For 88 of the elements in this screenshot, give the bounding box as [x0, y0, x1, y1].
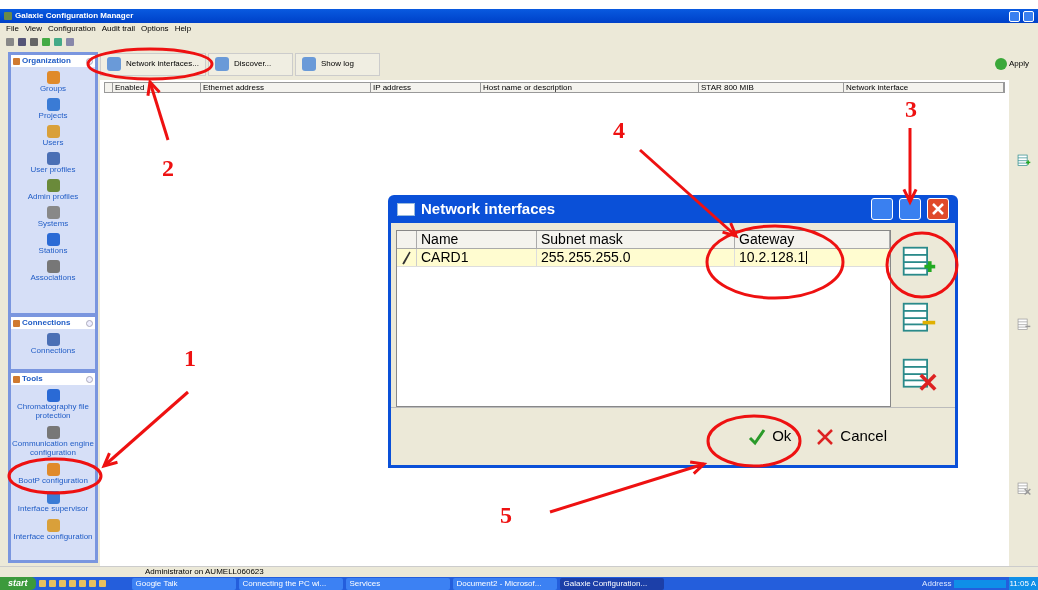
sidebar-item-icon[interactable]	[46, 98, 60, 111]
sidebar-item[interactable]: Associations	[11, 273, 95, 282]
annotation-number: 5	[500, 503, 512, 527]
sidebar-item-icon[interactable]	[46, 152, 60, 165]
sidebar-item-icon[interactable]	[46, 389, 60, 402]
menu-item[interactable]: View	[24, 24, 43, 34]
toolbar-button-icon	[214, 57, 229, 71]
toolbar-button-icon	[107, 57, 121, 71]
column-header[interactable]: Ethernet address	[201, 83, 371, 92]
cancel-button[interactable]: Cancel	[816, 425, 887, 448]
cross-icon	[816, 427, 835, 446]
section-icon	[13, 375, 20, 383]
annotation-arrow	[146, 78, 170, 141]
annotation-number: 1	[184, 346, 196, 370]
dialog-title: Network interfaces	[421, 198, 556, 219]
menu-item[interactable]: Configuration	[48, 24, 96, 34]
taskbar-button[interactable]: Connecting the PC wi...	[238, 577, 343, 590]
grid-cell[interactable]: CARD1	[417, 249, 537, 266]
ok-button[interactable]: Ok	[748, 425, 792, 448]
menu-item[interactable]: Help	[174, 24, 192, 34]
grid-cell[interactable]: 255.255.255.0	[537, 249, 735, 266]
column-header[interactable]: Enabled	[113, 83, 201, 92]
close-icon	[932, 203, 944, 215]
grid-cell[interactable]: 10.2.128.1	[735, 249, 890, 266]
apply-icon	[995, 58, 1007, 70]
sidebar-item[interactable]: Users	[11, 138, 95, 147]
sidebar-item-icon[interactable]	[46, 206, 60, 219]
taskbar-button[interactable]: Services	[345, 577, 450, 590]
column-header[interactable]: Gateway	[735, 231, 890, 248]
sidebar-item[interactable]: Communication engine configuration	[11, 439, 95, 457]
start-button[interactable]: start	[0, 577, 36, 590]
menu-item[interactable]: Options	[141, 24, 169, 34]
pencil-icon	[401, 250, 412, 265]
toolbar-button-icon	[301, 57, 316, 71]
section-title: Organization	[22, 56, 71, 66]
window-title: Galaxie Configuration Manager	[15, 10, 134, 22]
sidebar-item[interactable]: Groups	[11, 84, 95, 93]
status-text: Administrator on AUMELL060623	[145, 567, 264, 577]
sidebar-item[interactable]: Interface supervisor	[11, 504, 95, 513]
dialog-icon	[397, 202, 415, 216]
section-title: Connections	[22, 318, 71, 328]
sidebar-item[interactable]: Connections	[11, 346, 95, 355]
apply-button[interactable]: Apply	[995, 58, 1029, 70]
annotation-number: 2	[162, 156, 174, 180]
section-icon	[13, 319, 20, 327]
sidebar-item-icon[interactable]	[46, 333, 60, 346]
column-header[interactable]: IP address	[371, 83, 481, 92]
sidebar-item[interactable]: BootP configuration	[11, 476, 95, 485]
sidebar-item[interactable]: Admin profiles	[11, 192, 95, 201]
menu-item[interactable]: Audit trail	[101, 24, 136, 34]
column-header[interactable]: Host name or description	[481, 83, 699, 92]
app-icon	[4, 12, 12, 20]
column-header[interactable]: Network interface	[844, 83, 1004, 92]
column-header[interactable]: STAR 800 MIB	[699, 83, 844, 92]
checkmark-icon	[748, 427, 767, 446]
collapse-icon[interactable]	[86, 319, 93, 327]
add-row-icon[interactable]	[1016, 154, 1031, 168]
toolbar-button[interactable]: Network interfaces...	[100, 52, 206, 76]
sidebar-item[interactable]: Projects	[11, 111, 95, 120]
annotation-number: 4	[613, 118, 625, 142]
annotation-number: 3	[905, 97, 917, 121]
menu-item[interactable]: File	[6, 24, 19, 34]
collapse-icon[interactable]	[86, 375, 93, 383]
sidebar-item[interactable]: Systems	[11, 219, 95, 228]
sidebar-item-icon[interactable]	[46, 179, 60, 192]
grid-row[interactable]: CARD1 255.255.255.0 10.2.128.1	[397, 249, 890, 267]
taskbar-button[interactable]: Galaxie Configuration...	[559, 577, 664, 590]
sidebar-item-icon[interactable]	[46, 71, 60, 84]
section-icon	[13, 57, 20, 65]
toolbar-button[interactable]: Discover...	[207, 52, 293, 76]
taskbar-button[interactable]: Document2 - Microsof...	[452, 577, 557, 590]
sidebar-item[interactable]: Chromatography file protection	[11, 402, 95, 420]
address-label: Address	[922, 578, 952, 589]
clock: 11:05 A	[1009, 577, 1038, 590]
sidebar-item-icon[interactable]	[46, 463, 60, 476]
close-button[interactable]	[927, 198, 949, 220]
sidebar-item-icon[interactable]	[46, 260, 60, 273]
section-title: Tools	[22, 374, 43, 384]
toolbar-button[interactable]: Show log	[294, 52, 380, 76]
sidebar-item-icon[interactable]	[46, 233, 60, 246]
column-header[interactable]: Name	[417, 231, 537, 248]
sidebar-item[interactable]: Stations	[11, 246, 95, 255]
delete-rows-icon[interactable]	[901, 357, 937, 393]
sidebar-item[interactable]: User profiles	[11, 165, 95, 174]
sidebar-item-icon[interactable]	[46, 426, 60, 439]
column-header[interactable]: Subnet mask	[537, 231, 735, 248]
sidebar-item[interactable]: Interface configuration	[11, 532, 95, 541]
taskbar-button[interactable]: Google Talk	[131, 577, 236, 590]
